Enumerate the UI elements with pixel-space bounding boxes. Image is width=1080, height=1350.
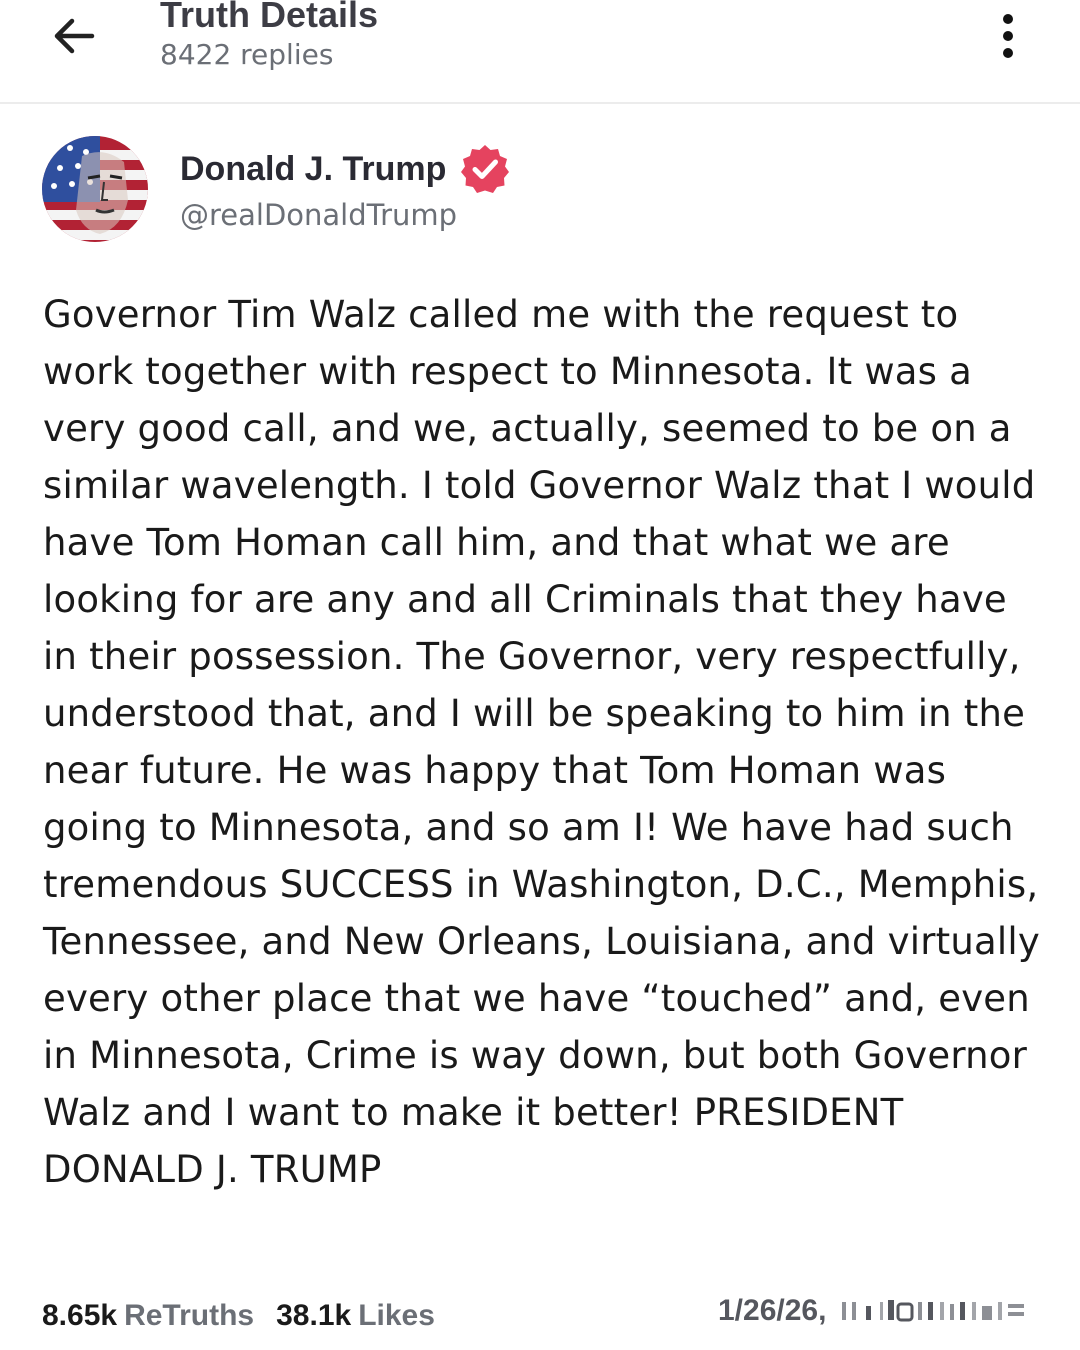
page-title: Truth Details	[160, 0, 379, 35]
more-vertical-icon	[1003, 14, 1013, 24]
arrow-left-icon	[54, 18, 95, 54]
more-vertical-icon-dot	[1003, 31, 1013, 41]
more-vertical-icon-dot	[1003, 48, 1013, 58]
reply-count: 8422 replies	[160, 38, 334, 71]
post-timestamp: 1/26/26,	[718, 1294, 1046, 1328]
top-bar: Truth Details 8422 replies	[0, 0, 1080, 104]
watermark-overlay-icon	[842, 1300, 1025, 1322]
avatar[interactable]	[42, 136, 148, 242]
retruths-count: 8.65k	[42, 1299, 118, 1332]
retruths-label: ReTruths	[124, 1299, 255, 1332]
title-block: Truth Details 8422 replies	[160, 0, 378, 70]
author-header: Donald J. Trump @realDonaldTrump	[42, 136, 1038, 246]
back-button[interactable]	[46, 8, 102, 64]
retruths-stat[interactable]: 8.65k ReTruths	[42, 1299, 254, 1333]
author-name-row: Donald J. Trump	[180, 142, 512, 196]
likes-count: 38.1k	[276, 1299, 352, 1332]
likes-label: Likes	[358, 1299, 435, 1332]
likes-stat[interactable]: 38.1k Likes	[276, 1299, 435, 1333]
author-handle[interactable]: @realDonaldTrump	[180, 198, 457, 232]
author-name[interactable]: Donald J. Trump	[180, 150, 446, 189]
more-options-button[interactable]	[988, 8, 1028, 64]
post-stats: 8.65k ReTruths 38.1k Likes 1/26/26,	[42, 1294, 1042, 1338]
post-text: Governor Tim Walz called me with the req…	[43, 293, 1040, 1191]
avatar-image	[42, 136, 148, 242]
post-date: 1/26/26,	[718, 1294, 827, 1327]
verified-badge-icon	[461, 145, 510, 193]
